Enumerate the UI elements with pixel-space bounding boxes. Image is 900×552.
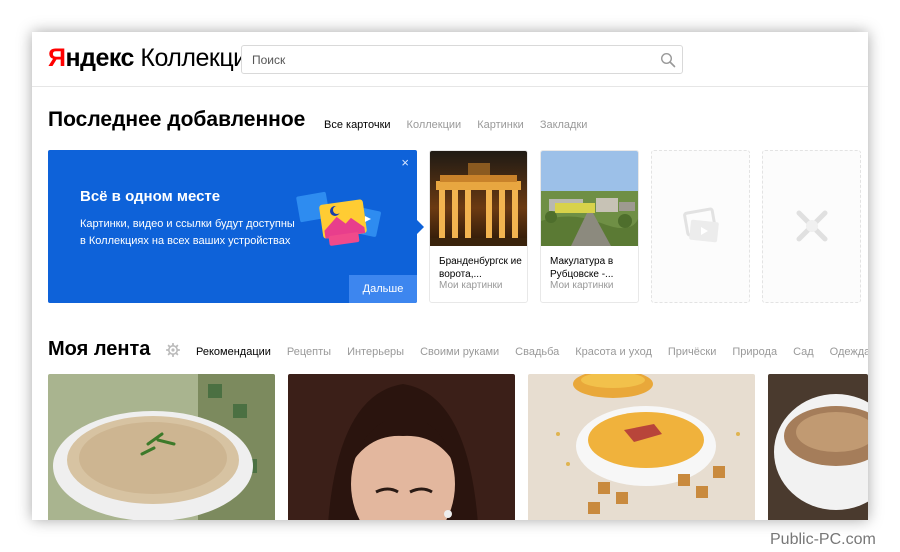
tab-collections[interactable]: Коллекции — [407, 119, 462, 131]
tab-interiors[interactable]: Интерьеры — [347, 346, 404, 358]
feed-card-pea-soup-image[interactable] — [528, 374, 755, 520]
feed-section-title: Моя лента — [48, 338, 151, 360]
next-button[interactable]: Дальше — [349, 275, 417, 303]
rubtsovsk-thumbnail — [541, 151, 638, 246]
tab-all-cards[interactable]: Все карточки — [324, 119, 391, 131]
tab-hairstyles[interactable]: Причёски — [668, 346, 716, 358]
search-icon[interactable] — [660, 52, 676, 68]
tab-recommendations[interactable]: Рекомендации — [196, 346, 271, 358]
recipe-placeholder-icon — [796, 210, 828, 242]
tab-garden[interactable]: Сад — [793, 346, 814, 358]
feed-card-cup-image[interactable] — [768, 374, 868, 520]
tab-images[interactable]: Картинки — [477, 119, 524, 131]
gear-icon[interactable] — [166, 343, 180, 357]
promo-text: Картинки, видео и ссылки будут доступны … — [80, 218, 295, 247]
feed-card-portrait-image[interactable] — [288, 374, 515, 520]
card-subtitle: Мои картинки — [550, 280, 614, 291]
feed-tabs: Рекомендации Рецепты Интерьеры Своими ру… — [196, 346, 868, 358]
promo-pointer — [417, 220, 424, 234]
promo-title: Всё в одном месте — [80, 188, 221, 205]
watermark-text: Public-PC.com — [770, 531, 876, 548]
tab-diy[interactable]: Своими руками — [420, 346, 499, 358]
tab-beauty[interactable]: Красота и уход — [575, 346, 652, 358]
video-placeholder-icon — [683, 207, 719, 243]
devices-illustration-icon — [296, 191, 381, 246]
feed-card-soup-image[interactable] — [48, 374, 275, 520]
recent-tabs: Все карточки Коллекции Картинки Закладки — [324, 119, 603, 131]
tab-nature[interactable]: Природа — [732, 346, 777, 358]
tab-wedding[interactable]: Свадьба — [515, 346, 559, 358]
empty-card-placeholder — [651, 150, 750, 303]
header: Яндекс Коллекции — [32, 32, 868, 87]
card-subtitle: Мои картинки — [439, 280, 503, 291]
close-icon[interactable]: × — [401, 155, 409, 170]
card-rubtsovsk[interactable]: Макулатура в Рубцовске -... Мои картинки — [540, 150, 639, 303]
brandenburg-gate-thumbnail — [430, 151, 527, 246]
card-brandenburg-gate[interactable]: Бранденбургск ие ворота,... Мои картинки — [429, 150, 528, 303]
tab-clothing[interactable]: Одежда и обувь — [830, 346, 868, 358]
card-title: Бранденбургск ие ворота,... — [439, 256, 522, 280]
search-input[interactable] — [242, 46, 642, 73]
promo-banner: Всё в одном месте Картинки, видео и ссыл… — [48, 150, 417, 303]
card-title: Макулатура в Рубцовске -... — [550, 256, 614, 280]
recent-section-title: Последнее добавленное — [48, 108, 306, 131]
search-box — [241, 45, 683, 74]
tab-recipes[interactable]: Рецепты — [287, 346, 331, 358]
tab-bookmarks[interactable]: Закладки — [540, 119, 588, 131]
browser-window: Яндекс Коллекции Последнее добавленное В… — [32, 32, 868, 520]
empty-card-placeholder — [762, 150, 861, 303]
yandex-collections-logo[interactable]: Яндекс Коллекции — [48, 44, 261, 73]
